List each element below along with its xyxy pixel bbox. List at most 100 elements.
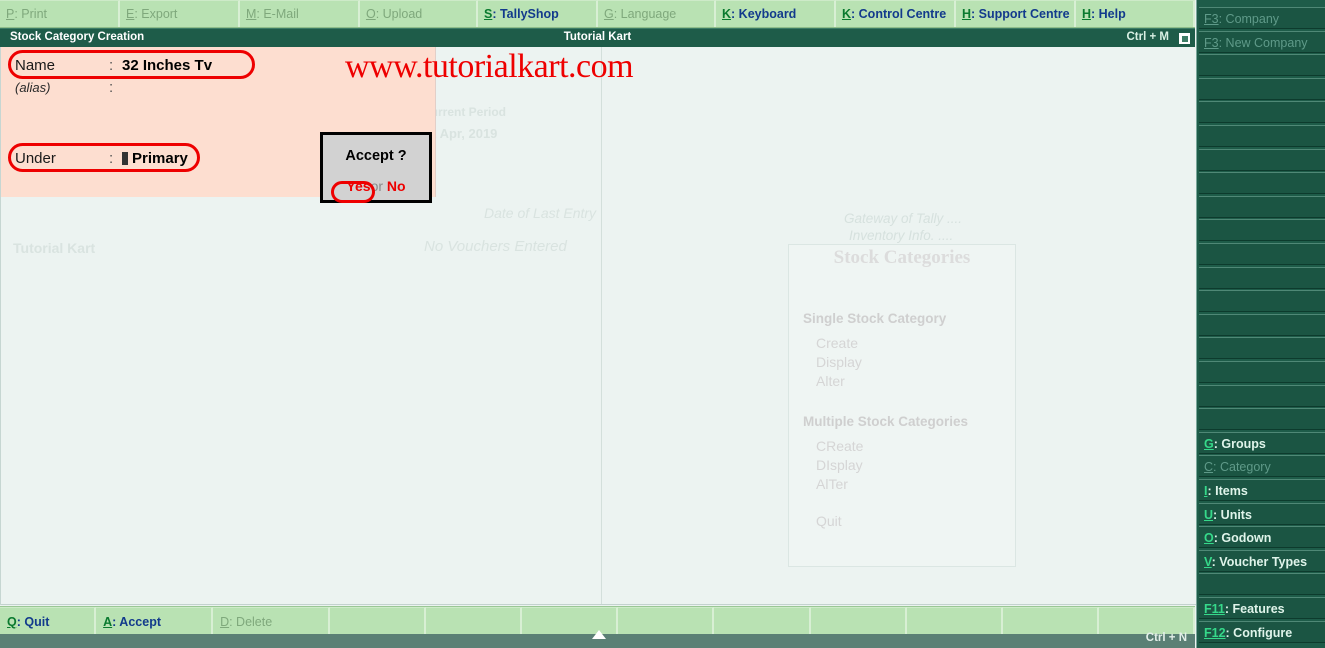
ghost-multiple-heading: Multiple Stock Categories	[803, 414, 969, 429]
alias-label: (alias)	[15, 80, 51, 95]
title-shortcut: Ctrl + M	[1126, 31, 1170, 43]
sidebar-hotkey: V	[1204, 554, 1212, 569]
top-menu-hotkey: O	[365, 7, 376, 21]
sidebar-item-empty-5	[1199, 125, 1325, 147]
top-menu-item-email[interactable]: M: E-Mail	[239, 0, 360, 27]
bottom-menu-item-empty-3	[330, 607, 427, 634]
top-menu-item-upload[interactable]: O: Upload	[359, 0, 478, 27]
ghost-company-name: Tutorial Kart	[13, 240, 96, 256]
top-menu-label: : Support Centre	[971, 7, 1070, 21]
top-menu-label: : Help	[1090, 7, 1126, 21]
top-menu-hotkey: K	[841, 7, 852, 21]
chevron-up-icon[interactable]	[592, 630, 606, 639]
top-menu-hotkey: M	[245, 7, 257, 21]
accept-yes-button[interactable]: Yes	[346, 178, 370, 194]
top-menu-item-keyboard[interactable]: K: Keyboard	[716, 0, 836, 27]
right-button-sidebar: F3: Company F3: New Company G: Groups C: Ca…	[1196, 0, 1325, 648]
top-menu-label: : Language	[613, 7, 677, 21]
top-menu-hotkey: G	[603, 7, 614, 21]
workarea-bottom-rule	[1, 604, 1196, 605]
ghost-single-heading: Single Stock Category	[803, 311, 947, 326]
minimize-icon[interactable]	[1178, 32, 1191, 45]
ghost-menu-item-alter: Alter	[816, 373, 845, 389]
ghost-menu-item-mdisplay: DIsplay	[816, 457, 863, 473]
sidebar-item-company[interactable]: F3: Company	[1199, 7, 1325, 29]
sidebar-item-empty-9	[1199, 219, 1325, 242]
top-menu-item-supportcentre[interactable]: H: Support Centre	[955, 0, 1076, 27]
bottom-menu-label: : Quit	[16, 615, 50, 629]
alias-colon: :	[109, 79, 114, 96]
sidebar-label: : Godown	[1213, 531, 1272, 546]
top-menu-hotkey: K	[722, 7, 732, 21]
sidebar-label: : Groups	[1213, 436, 1266, 451]
sidebar-item-empty-3	[1199, 77, 1325, 100]
name-label: Name	[15, 57, 56, 74]
sidebar-label: : Category	[1213, 460, 1271, 475]
sidebar-hotkey: U	[1204, 507, 1214, 522]
bottom-menu-item-empty-10	[1002, 607, 1099, 634]
bottom-menu-item-quit[interactable]: Q: Quit	[0, 607, 97, 634]
bottom-menu-item-accept[interactable]: A: Accept	[96, 607, 214, 634]
ghost-menu-item-mcreate: CReate	[816, 438, 864, 454]
ghost-menu-item-display: Display	[816, 354, 862, 370]
ghost-no-vouchers: No Vouchers Entered	[424, 238, 567, 255]
sidebar-item-empty-8	[1199, 195, 1325, 218]
sidebar-item-configure[interactable]: F12: Configure	[1199, 620, 1325, 643]
sidebar-label: : New Company	[1218, 35, 1308, 50]
ghost-breadcrumb-gateway: Gateway of Tally ....	[844, 211, 963, 226]
under-input[interactable]: Primary	[122, 150, 188, 168]
accept-dialog-question: Accept ?	[345, 148, 407, 164]
sidebar-item-empty-16	[1199, 384, 1325, 407]
bottom-menu-item-empty-9	[906, 607, 1003, 634]
sidebar-hotkey: O	[1204, 531, 1214, 546]
top-menu-item-language[interactable]: G: Language	[597, 0, 716, 27]
sidebar-item-godown[interactable]: O: Godown	[1199, 526, 1325, 549]
sidebar-item-empty-14	[1199, 337, 1325, 360]
sidebar-item-empty-7	[1199, 172, 1325, 195]
sidebar-item-features[interactable]: F11: Features	[1199, 597, 1325, 619]
bottom-menu-item-empty-4	[426, 607, 523, 634]
sidebar-item-empty-6	[1199, 148, 1325, 171]
sidebar-hotkey: F12	[1204, 625, 1226, 640]
ghost-stock-categories-menu: Stock Categories Single Stock Category C…	[788, 244, 1016, 567]
tally-application-window: P: Print E: Export M: E-Mail O: Upload S: Ta…	[0, 0, 1325, 648]
bottom-menu-hotkey: Q	[7, 615, 17, 629]
top-menu-item-help[interactable]: H: Help	[1075, 0, 1195, 27]
bottom-menu-label: : Delete	[229, 615, 273, 629]
sidebar-item-vouchertypes[interactable]: V: Voucher Types	[1199, 549, 1325, 572]
top-menu-item-export[interactable]: E: Export	[119, 0, 240, 27]
name-input[interactable]: 32 Inches Tv	[122, 57, 212, 74]
top-menu-label: : Upload	[375, 7, 423, 21]
name-colon: :	[109, 57, 114, 74]
status-shortcut: Ctrl + N	[1145, 632, 1187, 644]
top-menu-item-controlcentre[interactable]: K: Control Centre	[835, 0, 956, 27]
ghost-menu-item-malter: AlTer	[816, 476, 848, 492]
company-name-title: Tutorial Kart	[563, 31, 632, 43]
sidebar-item-empty-4	[1199, 101, 1325, 124]
top-menu-item-tallyshop[interactable]: S: TallyShop	[477, 0, 598, 27]
sidebar-item-groups[interactable]: G: Groups	[1199, 431, 1325, 454]
sidebar-item-items[interactable]: I: Items	[1199, 479, 1325, 501]
bottom-menu-hotkey: A	[103, 615, 113, 629]
sidebar-item-category[interactable]: C: Category	[1199, 455, 1325, 478]
top-menu-item-print[interactable]: P: Print	[0, 0, 120, 27]
bottom-menu-item-delete[interactable]: D: Delete	[213, 607, 331, 634]
top-menu-label: : Control Centre	[851, 7, 947, 21]
sidebar-item-units[interactable]: U: Units	[1199, 502, 1325, 525]
accept-confirmation-dialog: Accept ? Yesor No	[320, 132, 432, 203]
top-menu-hotkey: H	[961, 7, 971, 21]
vertical-divider	[601, 47, 602, 605]
sidebar-item-newcompany[interactable]: F3: New Company	[1199, 30, 1325, 53]
bottom-menu-label: : Accept	[112, 615, 161, 629]
sidebar-label: : Voucher Types	[1211, 554, 1308, 569]
bottom-menu-item-empty-8	[810, 607, 907, 634]
sidebar-hotkey: F3	[1204, 35, 1219, 50]
accept-no-button[interactable]: No	[387, 178, 406, 194]
sidebar-item-empty-15	[1199, 361, 1325, 383]
sidebar-item-empty-11	[1199, 266, 1325, 289]
sidebar-hotkey: F3	[1204, 12, 1219, 26]
sidebar-item-empty-10	[1199, 243, 1325, 265]
under-label: Under	[15, 150, 56, 167]
under-value: Primary	[132, 150, 188, 167]
sidebar-label: : Units	[1213, 507, 1252, 522]
